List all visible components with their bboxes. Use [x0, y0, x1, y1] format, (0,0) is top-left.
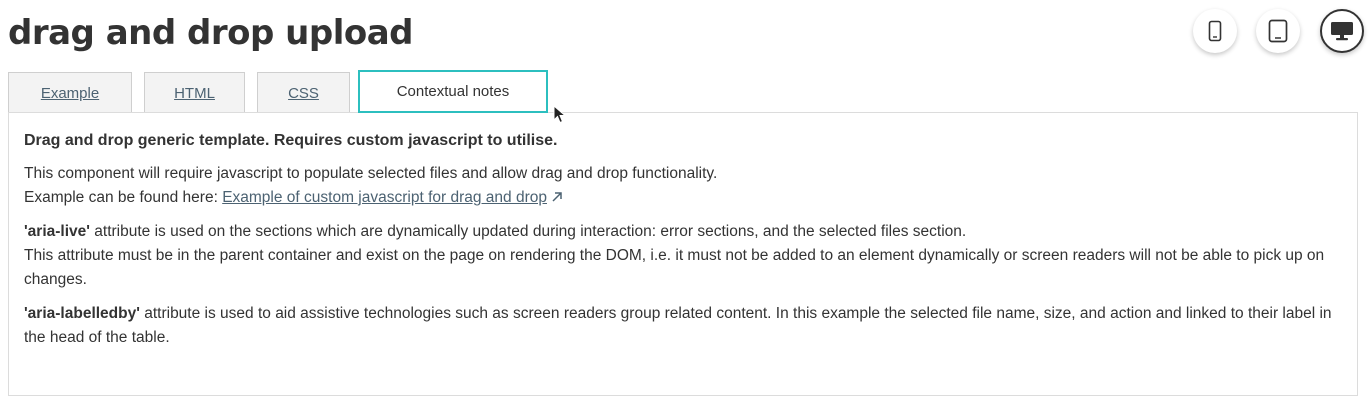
custom-javascript-example-link[interactable]: Example of custom javascript for drag an…: [222, 189, 563, 206]
tab-contextual-notes[interactable]: Contextual notes: [358, 70, 548, 113]
tab-html[interactable]: HTML: [144, 72, 245, 113]
external-link-icon: [552, 192, 562, 202]
mobile-phone-icon: [1208, 20, 1222, 42]
aria-labelledby-text: attribute is used to aid assistive techn…: [24, 305, 1332, 346]
aria-live-paragraph: 'aria-live' attribute is used on the sec…: [24, 220, 1342, 292]
intro-line: This component will require javascript t…: [24, 165, 718, 182]
aria-live-note: This attribute must be in the parent con…: [24, 247, 1325, 288]
mobile-view-button[interactable]: [1193, 9, 1237, 53]
tablet-view-button[interactable]: [1256, 9, 1300, 53]
page-title: drag and drop upload: [8, 13, 414, 53]
tablet-icon: [1268, 19, 1288, 43]
desktop-monitor-icon: [1331, 22, 1353, 41]
notes-heading: Drag and drop generic template. Requires…: [24, 132, 558, 149]
aria-live-text: attribute is used on the sections which …: [89, 223, 967, 240]
example-line: Example can be found here: Example of cu…: [24, 186, 1342, 210]
tab-css[interactable]: CSS: [257, 72, 350, 113]
intro-paragraph: This component will require javascript t…: [24, 162, 1342, 210]
aria-live-line: 'aria-live' attribute is used on the sec…: [24, 220, 1342, 244]
desktop-view-button[interactable]: [1320, 9, 1364, 53]
aria-labelledby-paragraph: 'aria-labelledby' attribute is used to a…: [24, 302, 1342, 350]
link-text: Example of custom javascript for drag an…: [222, 189, 547, 206]
aria-live-term: 'aria-live': [24, 223, 90, 240]
example-prefix: Example can be found here:: [24, 189, 223, 206]
aria-labelledby-term: 'aria-labelledby': [24, 305, 140, 322]
contextual-notes-panel: Drag and drop generic template. Requires…: [8, 112, 1358, 396]
tab-example[interactable]: Example: [8, 72, 132, 113]
